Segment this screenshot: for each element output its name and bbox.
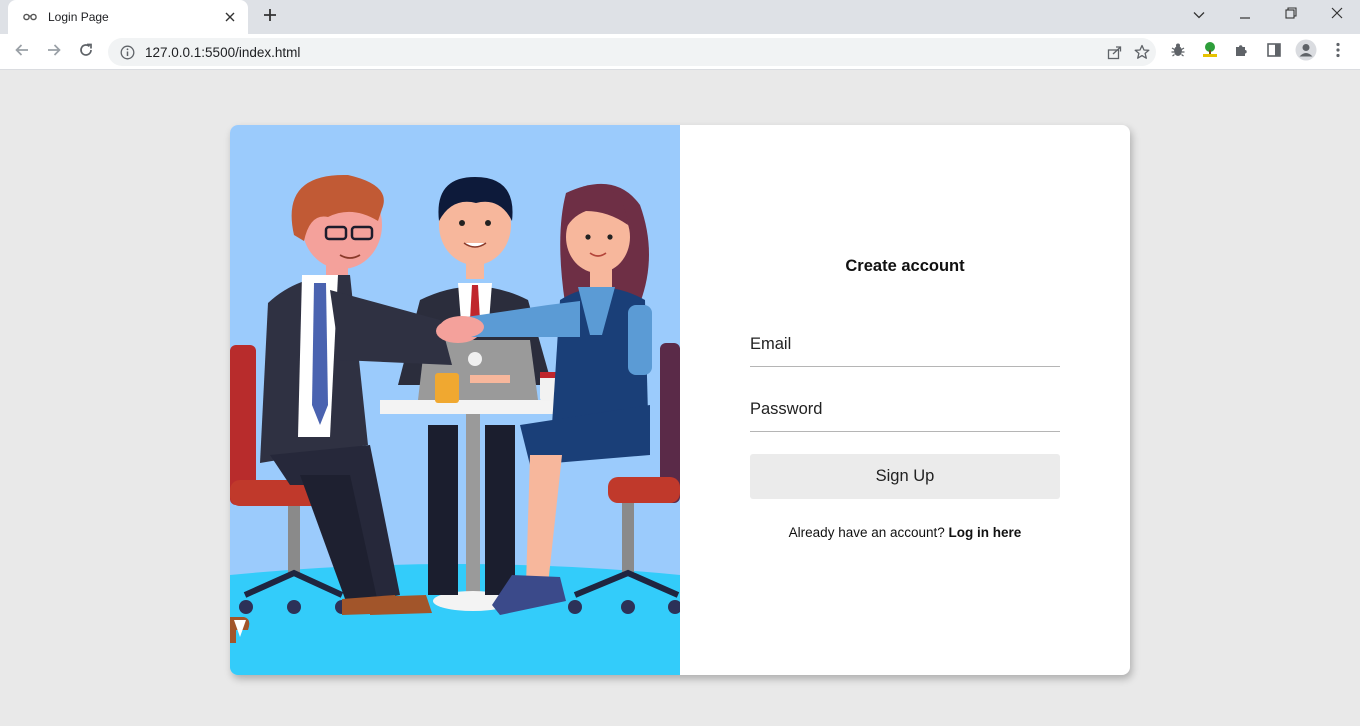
log-in-link[interactable]: Log in here [949,525,1022,540]
close-icon [1331,6,1343,24]
login-prompt-line: Already have an account? Log in here [680,525,1130,540]
form-title: Create account [845,257,965,275]
arrow-left-icon [14,42,30,63]
info-icon[interactable] [120,45,135,60]
plus-icon [263,8,277,27]
url-text[interactable]: 127.0.0.1:5500/index.html [145,45,1100,60]
chevron-down-icon [1193,6,1205,24]
signup-card: Create account Sign Up Already have an a… [230,125,1130,675]
forward-button[interactable] [40,38,68,66]
browser-tab[interactable]: Login Page [8,0,248,34]
tab-search-button[interactable] [1176,0,1222,30]
login-prompt-text: Already have an account? [788,525,945,540]
bug-extension-button[interactable] [1164,38,1192,66]
tree-icon [1201,41,1219,64]
glasses-icon [22,9,38,25]
bug-icon [1170,42,1186,63]
restore-button[interactable] [1268,0,1314,30]
tree-extension-button[interactable] [1196,38,1224,66]
signup-form: Create account Sign Up Already have an a… [680,125,1130,675]
address-bar[interactable]: 127.0.0.1:5500/index.html [108,38,1156,66]
reload-button[interactable] [72,38,100,66]
menu-button[interactable] [1324,38,1352,66]
profile-icon [1295,39,1317,66]
back-button[interactable] [8,38,36,66]
star-icon[interactable] [1128,38,1156,66]
tab-title: Login Page [48,10,109,24]
side-panel-button[interactable] [1260,38,1288,66]
side-panel-icon [1266,42,1282,63]
tab-strip: Login Page [0,0,1360,34]
reload-icon [78,42,94,63]
share-icon[interactable] [1100,38,1128,66]
puzzle-icon [1234,42,1250,63]
close-icon[interactable] [222,9,238,25]
arrow-right-icon [46,42,62,63]
new-tab-button[interactable] [258,5,282,29]
password-field[interactable] [750,388,1060,432]
restore-icon [1285,6,1297,24]
business-meeting-illustration [230,125,682,675]
browser-toolbar: 127.0.0.1:5500/index.html [0,34,1360,70]
close-window-button[interactable] [1314,0,1360,30]
email-field[interactable] [750,323,1060,367]
minimize-button[interactable] [1222,0,1268,30]
profile-button[interactable] [1292,38,1320,66]
kebab-menu-icon [1336,42,1340,63]
minimize-icon [1239,6,1251,24]
sign-up-button[interactable]: Sign Up [750,454,1060,499]
extensions-button[interactable] [1228,38,1256,66]
